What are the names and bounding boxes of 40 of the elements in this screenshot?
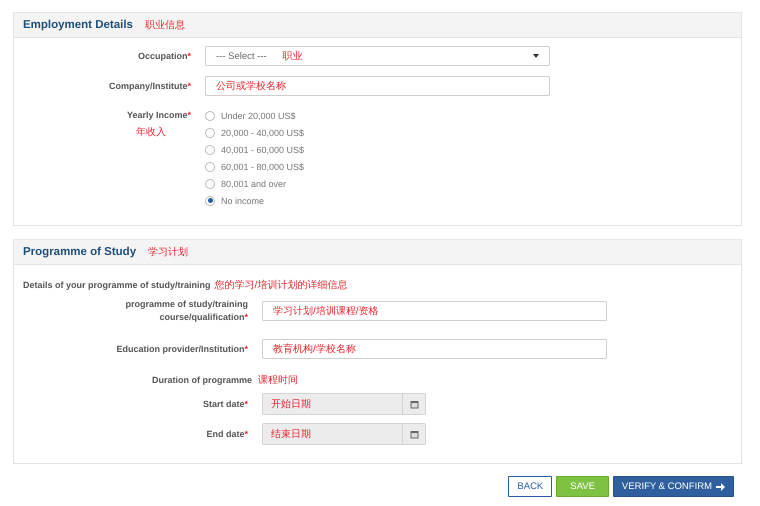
field-label: Yearly Income* [126,109,191,122]
field-label: Duration of programme [152,374,252,386]
back-button[interactable]: BACK [508,476,552,497]
input-field[interactable]: 公司或学校名称 [205,76,550,96]
confirm-button[interactable]: VERIFY & CONFIRM [612,476,734,497]
input-field[interactable]: 学习计划/培训课程/资格 [262,301,607,321]
date-field[interactable]: 结束日期 [262,423,426,445]
field-label: Company/Institute* [108,80,191,92]
section-title: Programme of Study [23,246,136,258]
annotation: 年收入 [136,126,166,139]
calendar-icon [410,430,418,438]
field-label: Education provider/Institution* [116,342,248,356]
calendar-icon [410,400,418,408]
radio-button[interactable] [205,110,215,120]
input-field[interactable]: 教育机构/学校名称 [262,339,607,359]
option-label: 20,000 - 40,000 US$ [221,128,304,138]
radio-button[interactable] [205,196,215,206]
field-label: Occupation* [138,50,191,62]
date-field[interactable]: 开始日期 [262,393,426,415]
option-label: 60,001 - 80,000 US$ [221,162,304,172]
field-label: Start date* [202,398,248,410]
radio-button[interactable] [205,144,215,154]
section-title: Employment Details [23,19,133,31]
option-label: Under 20,000 US$ [221,110,296,120]
annotation: 职业信息 [144,18,185,32]
radio-button[interactable] [205,128,215,138]
radio-button[interactable] [205,178,215,188]
radio-button[interactable] [205,162,215,172]
field-label: programme of study/training course/qualification* [124,298,248,324]
annotation: 课程时间 [258,374,298,387]
annotation: 您的学习/培训计划的详细信息 [214,278,348,292]
occupation-select[interactable]: --- Select --- 职业 [205,46,550,66]
arrow-icon [716,482,725,490]
annotation: 学习计划 [148,246,188,259]
caret-icon [533,54,539,58]
option-label: No income [221,196,264,206]
field-label: End date* [206,428,248,440]
option-label: 40,001 - 60,000 US$ [221,144,304,154]
option-label: 80,001 and over [221,178,286,188]
section-intro: Details of your programme of study/training [23,280,211,290]
